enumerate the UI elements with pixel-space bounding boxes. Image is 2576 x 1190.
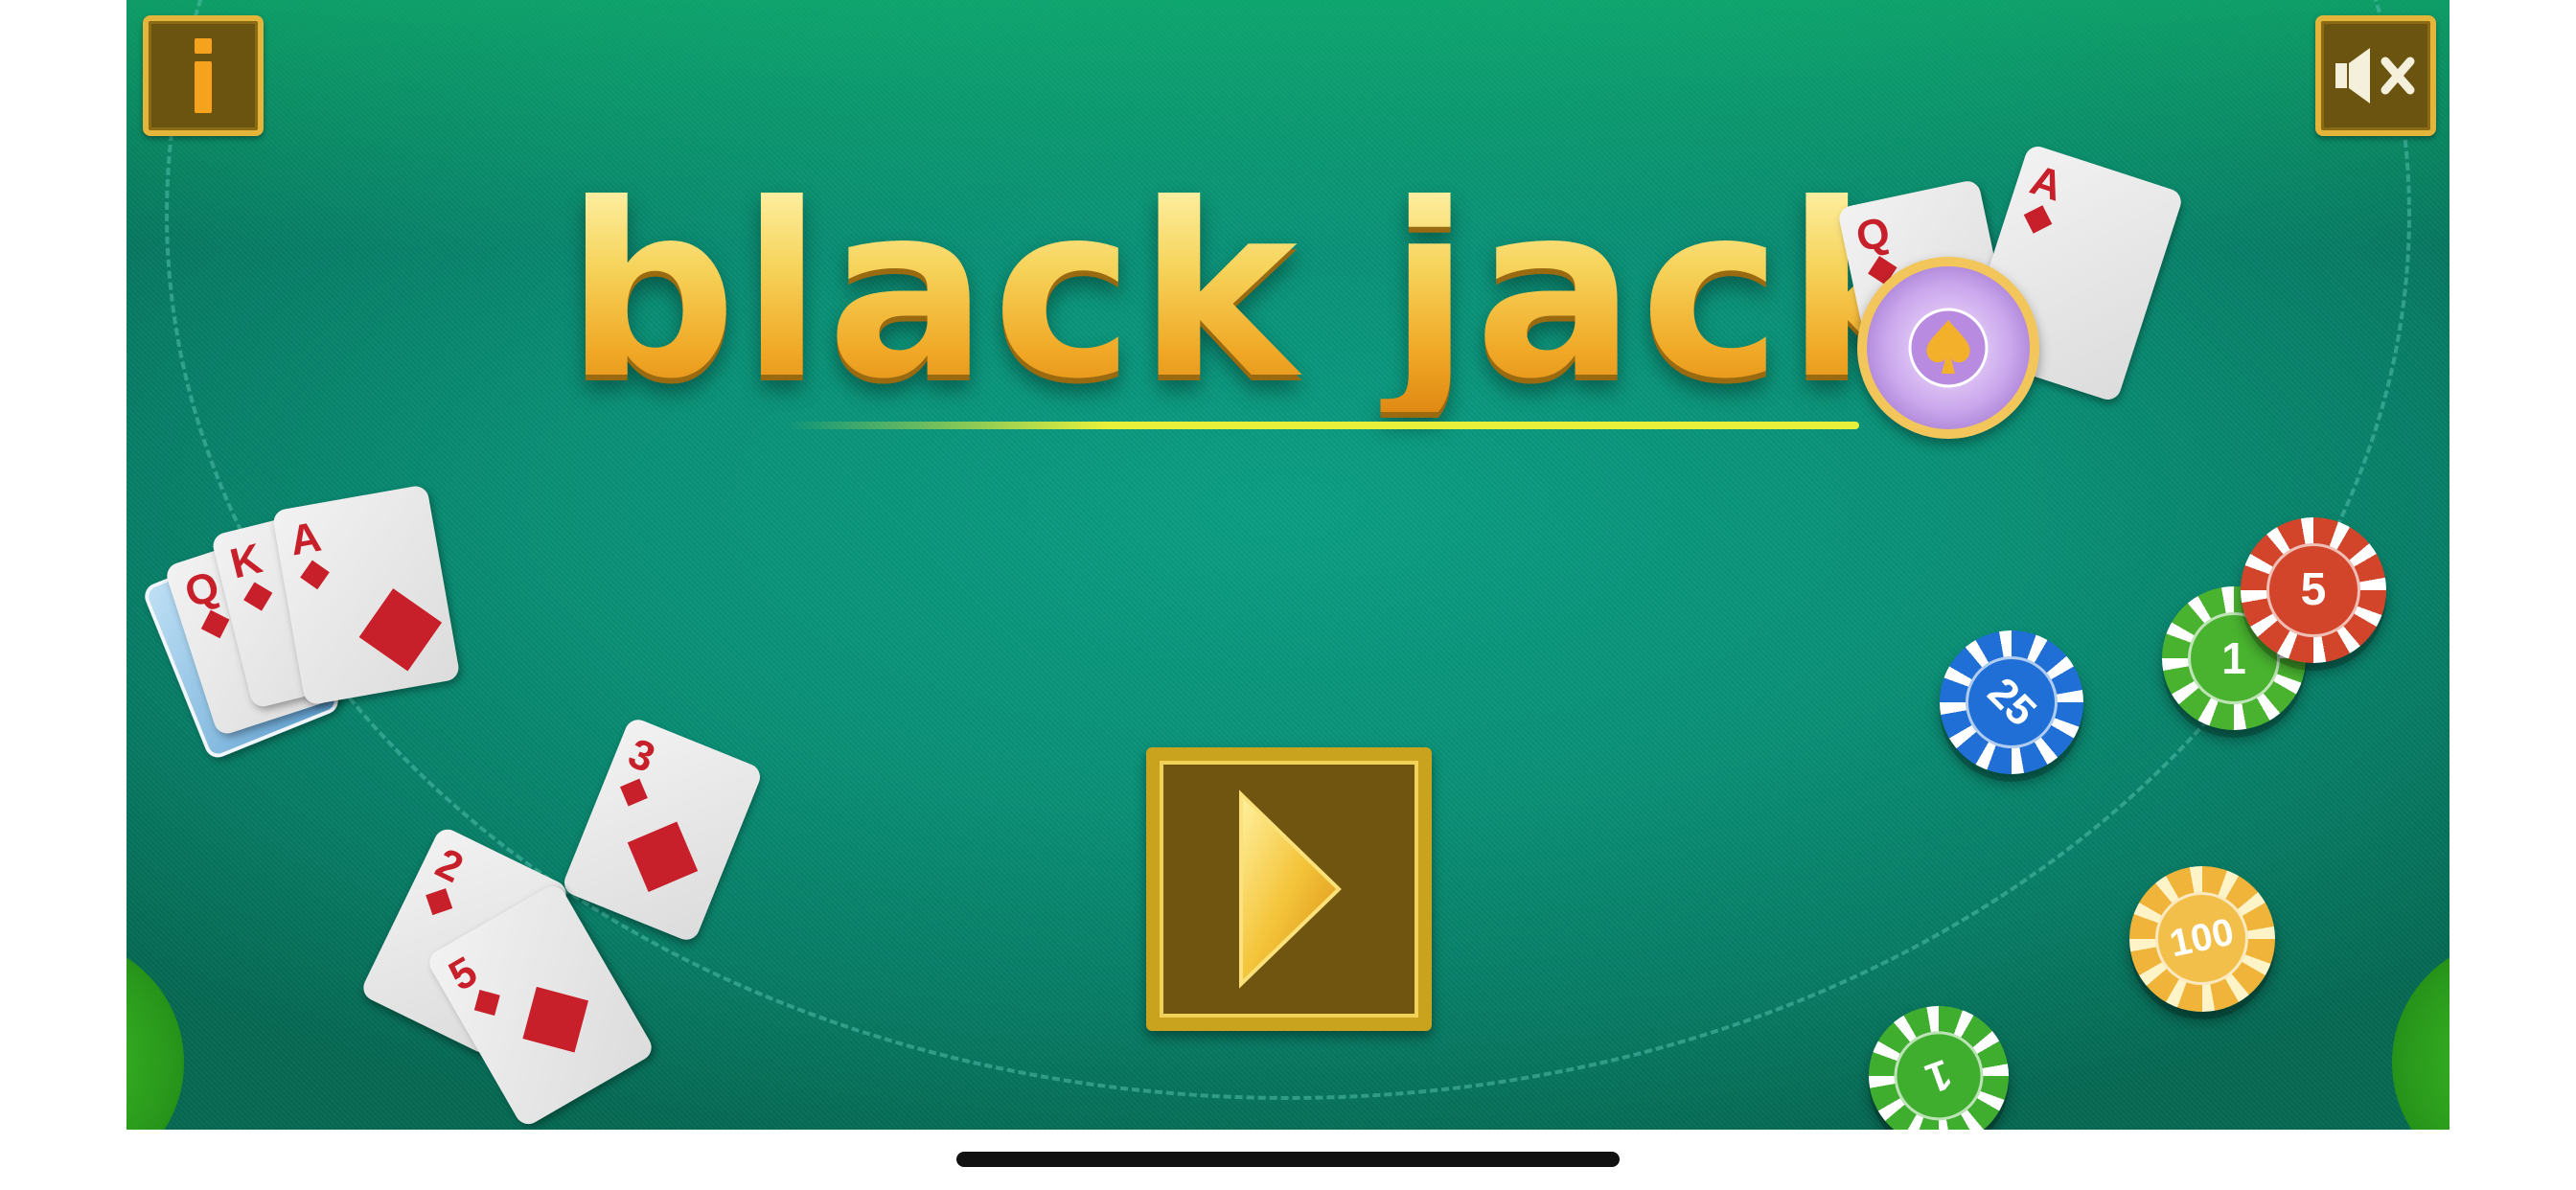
- table-rail-right: [2392, 938, 2450, 1130]
- chip-1: 1: [1869, 1006, 2009, 1146]
- hand-card-ace: A: [271, 484, 461, 706]
- play-icon: [1239, 790, 1342, 989]
- spade-chip-emblem: [1857, 257, 2039, 439]
- speaker-muted-icon: [2335, 48, 2415, 103]
- spade-icon: [1908, 308, 1989, 388]
- info-button[interactable]: [143, 15, 264, 136]
- game-logo: black jack: [565, 172, 1945, 460]
- chip-5: 5: [2241, 517, 2386, 663]
- chip-25: 25: [1940, 630, 2083, 774]
- logo-underline: [786, 422, 1859, 429]
- table-rail-left: [126, 938, 184, 1130]
- info-icon: [195, 38, 212, 113]
- game-title: black jack: [565, 152, 1949, 431]
- chip-100: 100: [2129, 866, 2275, 1012]
- home-indicator[interactable]: [956, 1152, 1620, 1167]
- play-button[interactable]: [1146, 747, 1432, 1031]
- mute-sound-button[interactable]: [2315, 15, 2436, 136]
